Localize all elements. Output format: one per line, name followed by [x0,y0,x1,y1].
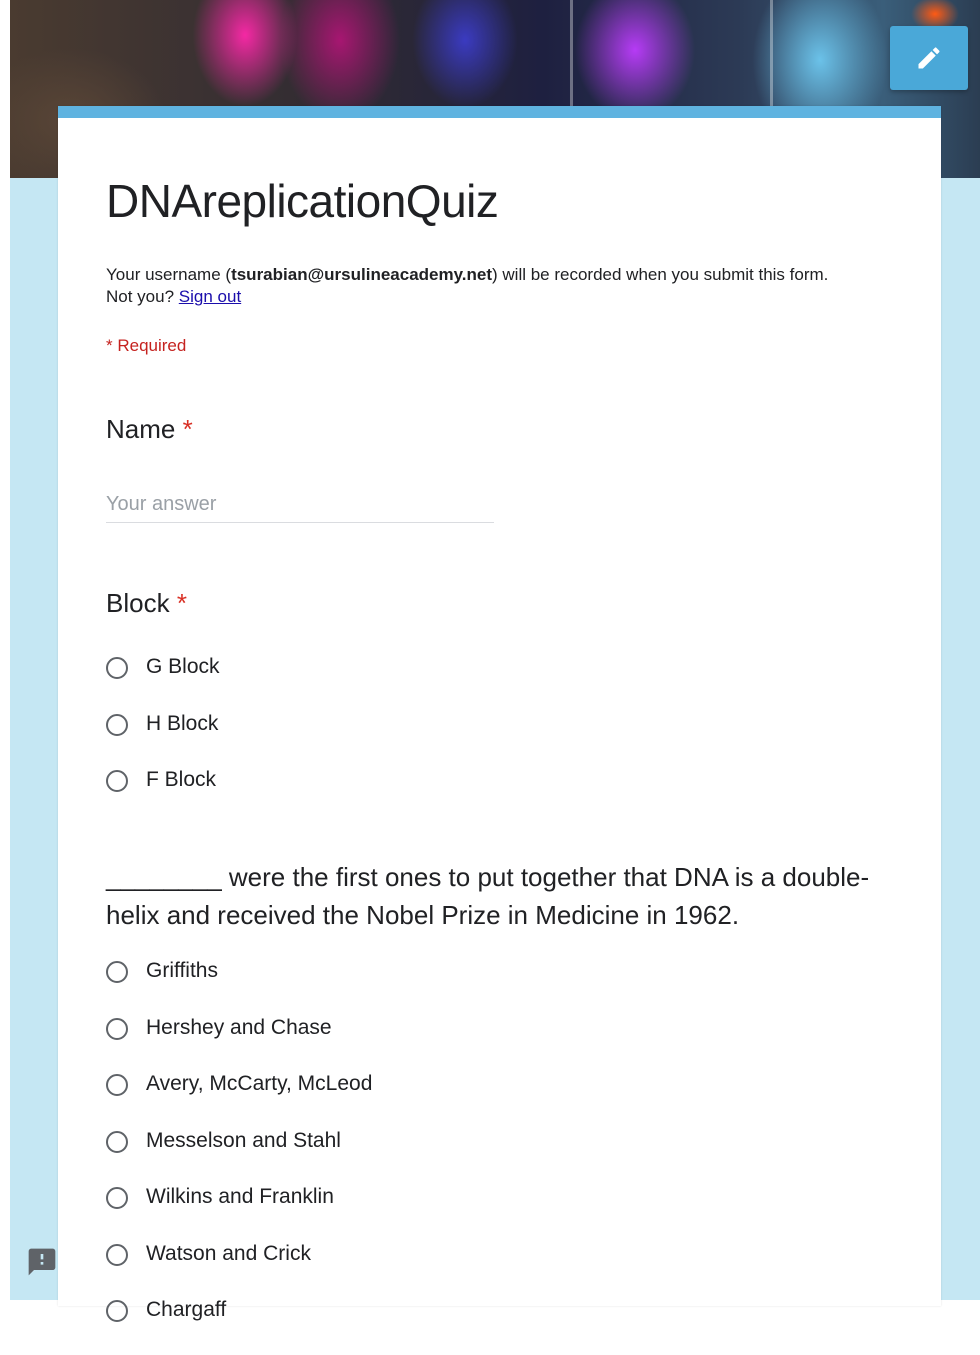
pencil-icon [918,47,940,69]
option-label: F Block [146,768,217,791]
radio-button[interactable] [106,1243,128,1266]
dna-option-watson-crick[interactable]: Watson and Crick [106,1242,706,1299]
radio-button[interactable] [106,961,128,983]
dna-options: Griffiths Hershey and Chase Avery, McCar… [106,959,706,1355]
option-label: Griffiths [146,959,218,982]
option-label: Chargaff [146,1298,227,1321]
dna-option-messelson-stahl[interactable]: Messelson and Stahl [106,1129,706,1186]
required-star: * [176,588,187,618]
form-card: DNAreplicationQuiz Your username (tsurab… [58,106,941,1322]
edit-button[interactable] [890,26,968,90]
option-label: Wilkins and Franklin [146,1185,334,1208]
option-label: Hershey and Chase [146,1015,332,1039]
block-option-h[interactable]: H Block [106,712,706,769]
question-name-title: Name * [106,414,193,445]
required-note: * Required [106,336,187,355]
dna-option-avery-mccarty-mcleod[interactable]: Avery, McCarty, McLeod [106,1072,706,1129]
block-option-f[interactable]: F Block [106,768,706,825]
notice-prefix: Your username ( [106,265,232,284]
notice-suffix: ) will be recorded when you submit this … [492,265,829,284]
dna-option-griffiths[interactable]: Griffiths [106,959,706,1016]
block-options: G Block H Block F Block [106,655,706,825]
radio-button[interactable] [106,1017,128,1040]
radio-button[interactable] [106,770,128,792]
user-email: tsurabian@ursulineacademy.net [231,265,493,284]
question-block-label: Block [106,588,170,618]
block-option-g[interactable]: G Block [106,655,706,712]
radio-button[interactable] [106,713,128,736]
question-name-label: Name [106,414,176,444]
dna-option-hershey-chase[interactable]: Hershey and Chase [106,1016,706,1073]
option-label: G Block [146,655,220,678]
option-label: Messelson and Stahl [146,1128,341,1152]
question-block-title: Block * [106,588,187,619]
dna-option-wilkins-franklin[interactable]: Wilkins and Franklin [106,1185,706,1242]
question-dna-title: ________ were the first ones to put toge… [106,862,870,930]
radio-button[interactable] [106,1187,128,1209]
feedback-icon [28,1248,56,1276]
radio-button[interactable] [106,1074,128,1096]
option-label: Watson and Crick [146,1241,311,1265]
name-input[interactable] [106,486,494,523]
feedback-button[interactable] [26,1246,58,1278]
required-star: * [182,414,193,444]
not-you-text: Not you? [106,287,175,306]
dna-option-chargaff[interactable]: Chargaff [106,1298,706,1355]
option-label: Avery, McCarty, McLeod [146,1072,373,1095]
radio-button[interactable] [106,1130,128,1153]
sign-out-link[interactable]: Sign out [179,287,241,306]
radio-button[interactable] [106,1300,128,1322]
radio-button[interactable] [106,657,128,679]
form-title: DNAreplicationQuiz [106,175,499,227]
option-label: H Block [146,711,219,735]
user-notice: Your username (tsurabian@ursulineacademy… [106,264,896,308]
